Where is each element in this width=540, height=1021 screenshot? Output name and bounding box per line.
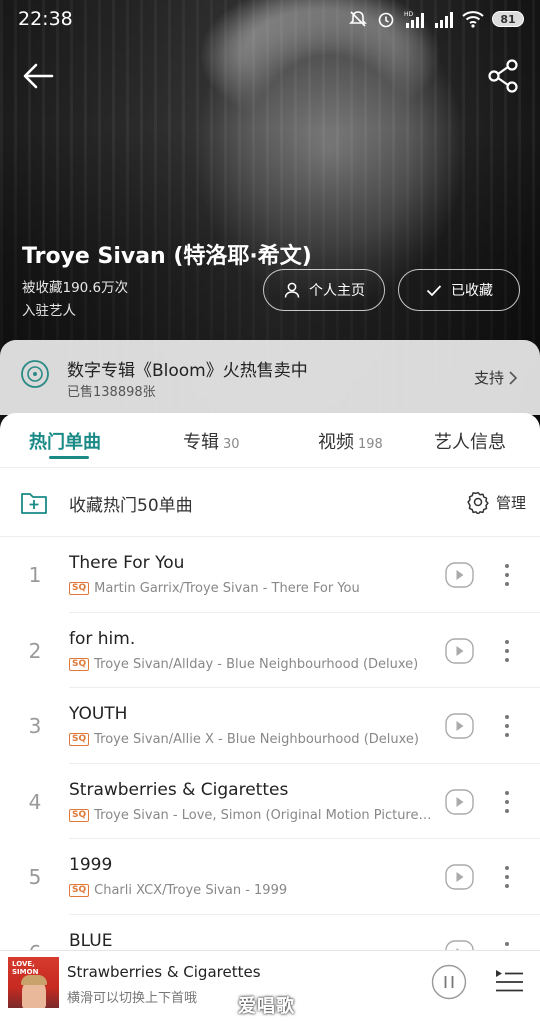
playlist-queue-icon[interactable] [494,967,524,995]
song-meta: SQ Martin Garrix/Troye Sivan - There For … [69,581,435,596]
more-options-icon[interactable] [497,562,517,588]
signal-icon [435,12,453,28]
check-icon [426,285,442,297]
now-playing-title: Strawberries & Cigarettes [67,963,261,981]
swipe-hint: 横滑可以切换上下首哦 [67,991,198,1006]
song-title: BLUE [69,930,113,951]
support-link[interactable]: 支持 [474,367,518,388]
mute-icon [349,11,367,27]
collect-top50-button[interactable]: 收藏热门50单曲 [69,491,193,516]
tab-label: 专辑 [183,432,219,453]
svg-text:HD: HD [404,11,414,18]
alarm-icon [378,12,394,28]
status-time: 22:38 [18,8,73,30]
song-row[interactable]: 1 There For You SQ Martin Garrix/Troye Si… [0,537,540,613]
watermark: 爱唱歌 [238,996,295,1017]
gear-icon [467,491,489,514]
song-title: for him. [69,628,136,649]
song-row[interactable]: 2 for him. SQ Troye Sivan/Allday - Blue N… [0,613,540,688]
tab-videos[interactable]: 视频 198 [318,428,383,454]
support-label: 支持 [473,369,504,387]
more-options-icon[interactable] [497,789,517,815]
song-list: 1 There For You SQ Martin Garrix/Troye Si… [0,537,540,950]
promo-title: 数字专辑《Bloom》火热售卖中 [67,361,308,381]
promo-sold-count: 已售138898张 [67,385,156,400]
chevron-right-icon [509,370,518,385]
play-video-icon[interactable] [445,788,474,815]
song-row[interactable]: 6 BLUE [0,915,540,951]
artist-header: 22:38 HD 81 Troye Sivan (特洛耶·希文) 被收藏190.… [0,0,540,430]
tab-artist-info[interactable]: 艺人信息 [434,428,506,454]
tab-hot-singles[interactable]: 热门单曲 [29,428,101,454]
song-meta: SQ Troye Sivan - Love, Simon (Original Mo… [69,808,435,823]
play-video-icon[interactable] [445,713,474,739]
back-arrow-icon[interactable] [18,56,58,96]
signal-hd-icon: HD [404,11,424,28]
song-number: 2 [28,638,42,663]
song-artist-album: Troye Sivan/Allday - Blue Neighbourhood … [94,656,419,672]
more-options-icon[interactable] [497,638,517,664]
tab-label: 艺人信息 [434,432,506,453]
song-meta: SQ Troye Sivan/Allday - Blue Neighbourhoo… [69,657,435,672]
artist-name: Troye Sivan (特洛耶·希文) [22,244,312,269]
play-video-icon[interactable] [445,939,474,951]
person-icon [284,282,300,298]
pause-button-icon[interactable] [431,964,467,1000]
song-title: There For You [69,553,185,573]
song-meta: SQ Troye Sivan/Allie X - Blue Neighbourho… [69,732,435,747]
battery-indicator: 81 [492,11,524,27]
collected-button[interactable]: 已收藏 [398,269,520,311]
play-video-icon[interactable] [445,864,474,890]
song-artist-album: Troye Sivan/Allie X - Blue Neighbourhood… [94,732,419,747]
sq-badge: SQ [69,808,90,822]
more-options-icon[interactable] [497,713,517,739]
manage-label: 管理 [495,493,526,512]
artist-tag: 入驻艺人 [22,303,76,319]
wifi-icon [462,11,484,28]
sq-badge: SQ [69,657,90,671]
sq-badge: SQ [69,582,90,595]
song-number: 6 [22,941,48,951]
active-tab-indicator [49,456,89,459]
song-meta: SQ Charli XCX/Troye Sivan - 1999 [69,883,435,898]
more-options-icon[interactable] [497,864,517,890]
play-video-icon[interactable] [445,637,474,664]
profile-home-label: 个人主页 [309,283,365,299]
song-title: Strawberries & Cigarettes [69,779,289,800]
album-promo-banner[interactable]: 数字专辑《Bloom》火热售卖中 已售138898张 支持 [0,340,540,415]
more-options-icon[interactable] [497,940,517,951]
album-cover[interactable]: LOVE, SIMON [8,957,59,1008]
song-row[interactable]: 4 Strawberries & Cigarettes SQ Troye Siva… [0,764,540,839]
song-title: 1999 [69,855,113,875]
song-artist-album: Martin Garrix/Troye Sivan - There For Yo… [94,581,360,596]
song-artist-album: Charli XCX/Troye Sivan - 1999 [94,883,288,898]
tab-count: 198 [358,437,383,452]
tab-count: 30 [223,437,240,452]
status-bar: 22:38 HD 81 [0,0,540,38]
song-number: 5 [28,865,42,889]
manage-button[interactable]: 管理 [466,490,526,514]
tab-label: 视频 [318,432,354,453]
song-artist-album: Troye Sivan - Love, Simon (Original Moti… [94,807,435,823]
tab-albums[interactable]: 专辑 30 [183,428,240,454]
share-icon[interactable] [484,56,524,96]
song-number: 4 [28,789,42,814]
tab-bar: 热门单曲 专辑 30 视频 198 艺人信息 [0,413,540,468]
play-video-icon[interactable] [445,562,474,588]
profile-home-button[interactable]: 个人主页 [263,269,385,311]
collected-label: 已收藏 [451,283,493,299]
song-row[interactable]: 5 1999 SQ Charli XCX/Troye Sivan - 1999 [0,839,540,915]
disc-icon [21,360,49,388]
sq-badge: SQ [69,884,90,897]
folder-add-icon[interactable] [20,488,48,516]
favorite-count: 被收藏190.6万次 [22,280,129,296]
song-title: YOUTH [69,704,128,724]
cover-title: LOVE, SIMON [12,960,39,976]
song-number: 3 [28,714,42,738]
collect-top50-row: 收藏热门50单曲 管理 [0,468,540,537]
song-row[interactable]: 3 YOUTH SQ Troye Sivan/Allie X - Blue Nei… [0,688,540,764]
song-number: 1 [28,563,42,587]
sq-badge: SQ [69,733,90,746]
tab-label: 热门单曲 [29,432,101,453]
